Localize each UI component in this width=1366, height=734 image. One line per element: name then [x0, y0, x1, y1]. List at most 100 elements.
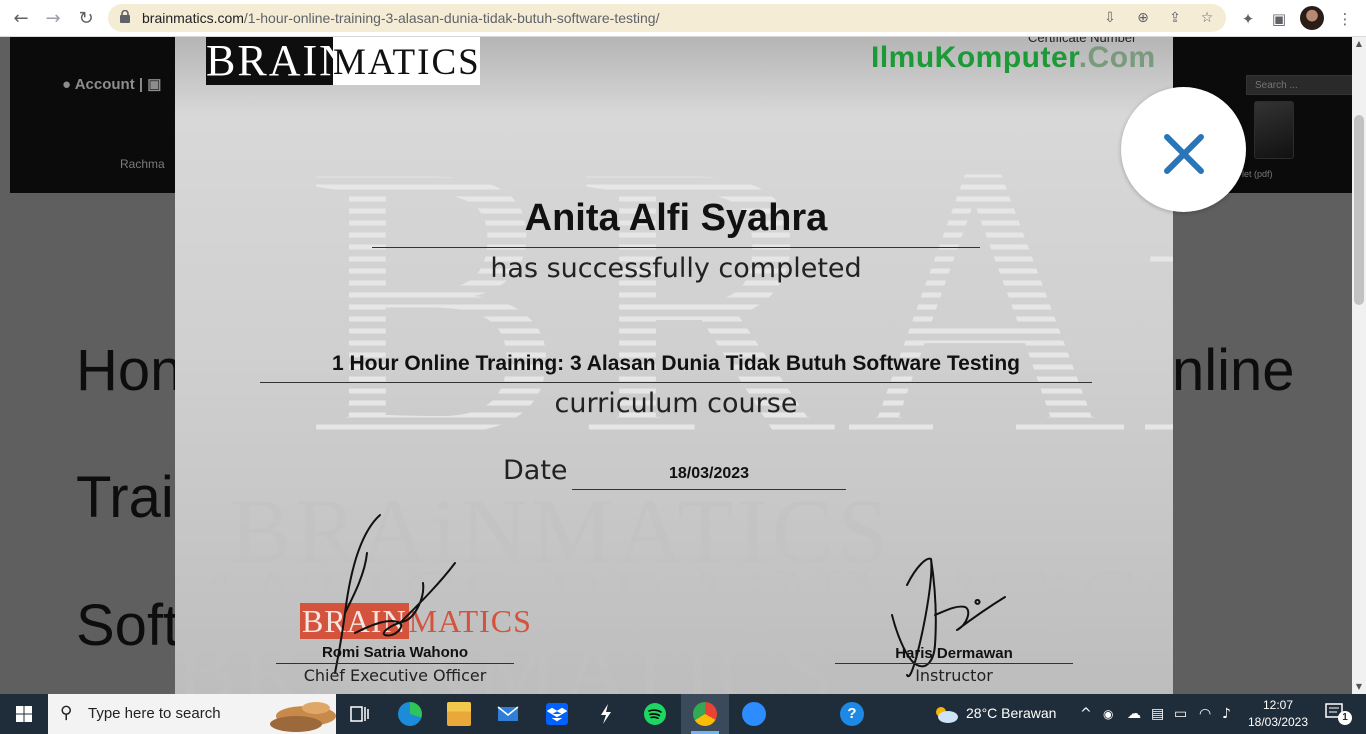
address-bar[interactable]: brainmatics.com/1-hour-online-training-3… — [108, 4, 1226, 32]
browser-toolbar: ← → ↻ brainmatics.com/1-hour-online-trai… — [0, 0, 1366, 37]
cart-icon: ▣ — [147, 76, 162, 93]
partner-suffix: .Com — [1078, 41, 1156, 74]
taskbar-app-chrome[interactable] — [681, 694, 729, 734]
zoom-icon[interactable]: ⊕ — [1133, 8, 1153, 28]
signer2-name: Haris Dermawan — [895, 645, 1013, 662]
curriculum-text: curriculum course — [554, 388, 798, 419]
help-icon: ? — [840, 702, 864, 726]
menu-icon[interactable]: ⋮ — [1332, 6, 1358, 32]
taskbar-search-placeholder: Type here to search — [88, 705, 221, 722]
signer2-title: Instructor — [915, 666, 993, 685]
taskbar-app-zoom[interactable] — [730, 694, 778, 734]
close-button[interactable] — [1121, 87, 1246, 212]
recipient-name: Anita Alfi Syahra — [524, 197, 828, 239]
tablet-image[interactable] — [1254, 101, 1294, 159]
taskbar-search-box[interactable]: ⚲ Type here to search — [48, 694, 336, 734]
mail-icon — [497, 706, 519, 721]
date-value: 18/03/2023 — [668, 465, 750, 482]
partner-logo: IlmuKomputer.Com — [871, 41, 1156, 75]
page-scrollbar[interactable]: ▲ ▼ — [1352, 37, 1366, 694]
extensions-icon[interactable]: ✦ — [1235, 6, 1261, 32]
divider — [372, 247, 980, 248]
search-highlight-image — [270, 702, 336, 732]
taskbar-app-mail[interactable] — [484, 694, 532, 734]
onedrive-cloud-icon[interactable]: ☁ — [1127, 694, 1141, 734]
account-link[interactable]: ● Account | ▣ — [62, 75, 161, 93]
taskbar-app-help[interactable]: ? — [828, 694, 876, 734]
taskbar-app-file-explorer[interactable] — [435, 694, 483, 734]
windows-logo-icon — [16, 706, 32, 722]
bookmark-star-icon[interactable]: ☆ — [1197, 8, 1217, 28]
separator: | — [138, 76, 148, 93]
volume-icon[interactable]: ♪ — [1222, 694, 1231, 734]
signer1-name: Romi Satria Wahono — [321, 644, 469, 661]
side-panel-icon[interactable]: ▣ — [1266, 6, 1292, 32]
close-x-icon — [1164, 134, 1204, 174]
edge-icon — [398, 702, 422, 726]
profile-avatar[interactable] — [1300, 6, 1324, 30]
signature-line — [276, 663, 514, 664]
svg-text:BRAiN: BRAiN — [305, 85, 1173, 517]
weather-text[interactable]: 28°C Berawan — [966, 705, 1056, 721]
task-view-button[interactable] — [336, 694, 384, 734]
course-title: 1 Hour Online Training: 3 Alasan Dunia T… — [331, 352, 1021, 375]
logo-left-text: BRAIN — [206, 37, 353, 85]
page-title-fragment: Trai — [76, 465, 174, 530]
certificate: BRAiN BRAiNMATICS MATICS BRAiNMATiCS BRA… — [175, 37, 1173, 694]
page-title-fragment: nline — [1172, 338, 1295, 403]
user-icon: ● — [62, 76, 72, 93]
scroll-down-arrow-icon[interactable]: ▼ — [1352, 680, 1366, 694]
taskbar-app-dropbox[interactable] — [533, 694, 581, 734]
account-label: Account — [74, 76, 135, 93]
file-explorer-icon — [447, 702, 471, 726]
partner-name: IlmuKomputer — [871, 41, 1079, 74]
wifi-icon[interactable]: ◠ — [1199, 694, 1211, 734]
back-icon[interactable]: ← — [8, 6, 34, 32]
clock[interactable]: 12:07 18/03/2023 — [1244, 697, 1312, 731]
url-path: /1-hour-online-training-3-alasan-dunia-t… — [243, 10, 660, 26]
notification-count-badge: 1 — [1338, 711, 1352, 725]
site-search-input[interactable] — [1246, 75, 1352, 95]
dropbox-icon — [546, 703, 568, 725]
network-icon[interactable]: ▤ — [1151, 694, 1164, 734]
spotify-icon — [644, 703, 666, 725]
logo-right-text: MATICS — [333, 37, 480, 85]
divider — [260, 382, 1092, 383]
zoom-icon — [742, 702, 766, 726]
completed-text: has successfully completed — [490, 253, 862, 284]
url-domain: brainmatics.com — [142, 10, 244, 26]
show-hidden-icons-chevron-icon[interactable]: ^ — [1080, 694, 1092, 734]
notification-center-button[interactable]: 1 — [1320, 702, 1356, 726]
search-icon: ⚲ — [60, 703, 73, 723]
start-button[interactable] — [0, 694, 48, 734]
lock-icon[interactable] — [120, 9, 130, 26]
install-icon[interactable]: ⇩ — [1100, 8, 1120, 28]
windows-taskbar: ⚲ Type here to search ? 28°C Berawan ^ ◉… — [0, 694, 1366, 734]
brainmatics-logo: BRAIN MATICS — [206, 37, 480, 85]
date-label: Date — [503, 455, 568, 486]
signature-line — [835, 663, 1073, 664]
page-title-fragment: Soft — [76, 593, 180, 658]
url-text: brainmatics.com/1-hour-online-training-3… — [142, 10, 659, 26]
scroll-up-arrow-icon[interactable]: ▲ — [1352, 37, 1366, 51]
taskbar-app-generic[interactable] — [582, 694, 630, 734]
signer1-title: Chief Executive Officer — [303, 666, 487, 685]
tablet-label: let (pdf) — [1242, 169, 1273, 179]
battery-icon[interactable]: ▭ — [1174, 694, 1187, 734]
task-view-icon — [350, 706, 369, 722]
page-title-fragment: Hon — [76, 338, 183, 403]
clock-time: 12:07 — [1262, 698, 1294, 712]
weather-cloud-icon — [936, 707, 958, 723]
clock-date: 18/03/2023 — [1247, 715, 1309, 729]
meet-icon[interactable]: ◉ — [1103, 694, 1113, 734]
user-name: Rachma — [120, 157, 165, 171]
forward-icon[interactable]: → — [40, 6, 66, 32]
scroll-thumb[interactable] — [1354, 115, 1364, 305]
share-icon[interactable]: ⇪ — [1165, 8, 1185, 28]
app-icon — [601, 704, 611, 724]
chrome-icon — [693, 702, 717, 726]
taskbar-app-edge[interactable] — [386, 694, 434, 734]
taskbar-app-spotify[interactable] — [631, 694, 679, 734]
divider — [572, 489, 846, 490]
reload-icon[interactable]: ↻ — [73, 6, 99, 32]
